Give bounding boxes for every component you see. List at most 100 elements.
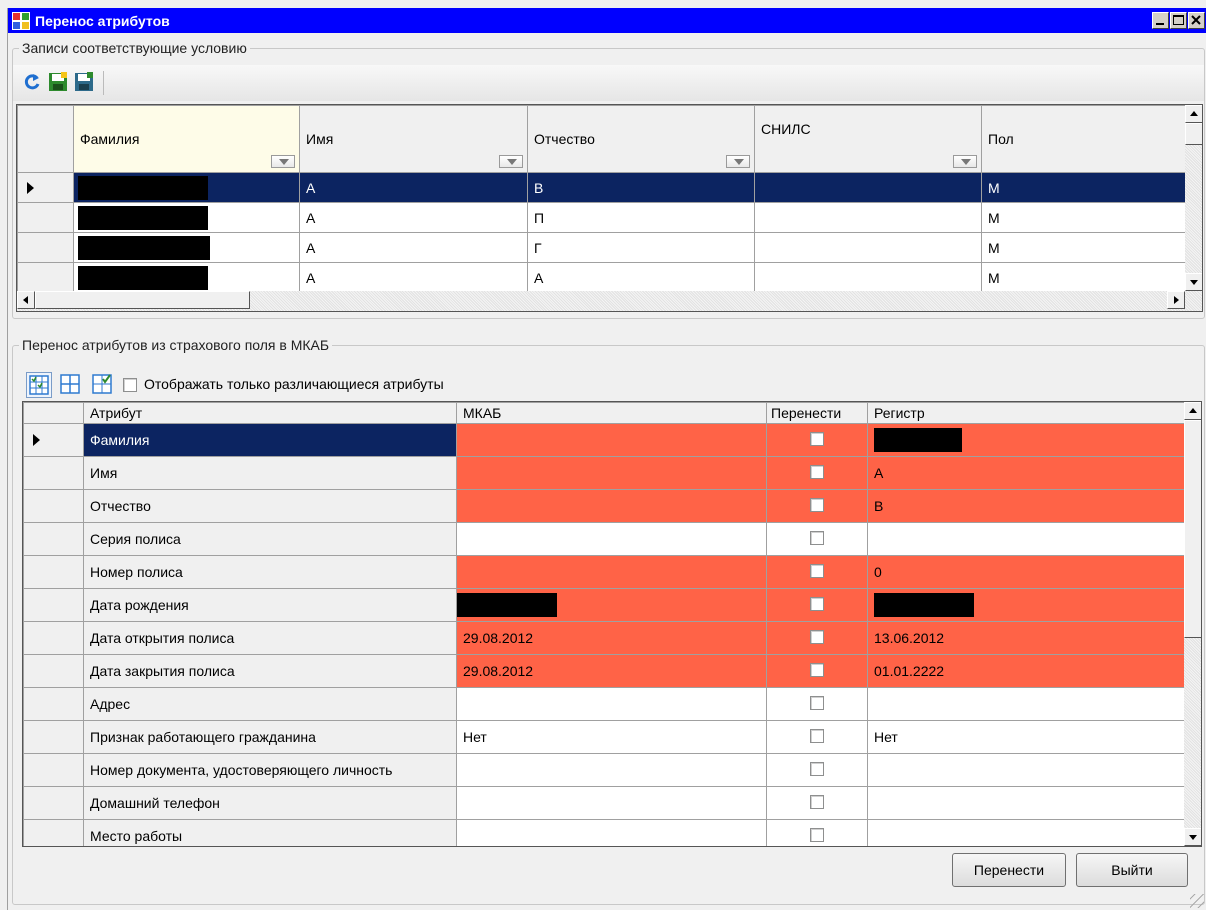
scroll-up-button[interactable]	[1185, 105, 1202, 123]
cell-attribute[interactable]: Признак работающего гражданина	[83, 720, 457, 754]
cell-name[interactable]: А	[299, 232, 528, 263]
cell-mkab[interactable]	[456, 786, 767, 820]
cell-attribute[interactable]: Фамилия	[83, 423, 457, 457]
save-button[interactable]	[47, 71, 69, 93]
cell-attribute[interactable]: Дата рождения	[83, 588, 457, 622]
cell-snils[interactable]	[754, 262, 982, 293]
select-diff-button[interactable]	[90, 372, 116, 398]
filter-icon[interactable]	[271, 155, 295, 168]
table-row[interactable]: АВ М	[17, 172, 1188, 203]
scroll-thumb[interactable]	[1184, 420, 1201, 638]
table-row[interactable]: АП М	[17, 202, 1188, 233]
scroll-down-button[interactable]	[1185, 273, 1202, 291]
table-row[interactable]: Адрес	[23, 687, 1186, 721]
minimize-button[interactable]	[1152, 12, 1169, 29]
cell-register[interactable]	[867, 819, 1186, 846]
scroll-thumb[interactable]	[1185, 123, 1202, 145]
cell-transfer[interactable]	[766, 687, 868, 721]
table-row[interactable]: Дата рождения	[23, 588, 1186, 622]
column-header-name[interactable]: Имя	[299, 105, 528, 173]
scroll-left-button[interactable]	[17, 291, 35, 309]
cell-mkab[interactable]	[456, 588, 767, 622]
column-header-sex[interactable]: Пол	[981, 105, 1188, 173]
column-header-snils[interactable]: СНИЛС	[754, 105, 982, 173]
table-row[interactable]: Серия полиса	[23, 522, 1186, 556]
refresh-button[interactable]	[21, 71, 43, 93]
cell-attribute[interactable]: Серия полиса	[83, 522, 457, 556]
cell-mkab[interactable]	[456, 489, 767, 523]
cell-sex[interactable]: М	[981, 262, 1188, 293]
cell-snils[interactable]	[754, 172, 982, 203]
cell-snils[interactable]	[754, 232, 982, 263]
filter-icon[interactable]	[499, 155, 523, 168]
table-row[interactable]: Имя А	[23, 456, 1186, 490]
cell-mkab[interactable]	[456, 456, 767, 490]
column-header-transfer[interactable]: Перенести	[766, 402, 868, 424]
row-header[interactable]	[23, 753, 84, 787]
cell-sex[interactable]: М	[981, 202, 1188, 233]
transfer-checkbox[interactable]	[810, 530, 824, 545]
cell-patronymic[interactable]: В	[527, 172, 755, 203]
cell-register[interactable]	[867, 786, 1186, 820]
row-header[interactable]	[17, 232, 74, 263]
cell-transfer[interactable]	[766, 555, 868, 589]
clear-all-button[interactable]	[58, 372, 84, 398]
table-row[interactable]: АА М	[17, 262, 1188, 293]
row-header[interactable]	[17, 172, 74, 203]
select-all-button[interactable]	[26, 372, 52, 398]
table-row[interactable]: Признак работающего гражданина Нет Нет	[23, 720, 1186, 754]
cell-patronymic[interactable]: Г	[527, 232, 755, 263]
row-header[interactable]	[23, 720, 84, 754]
cell-surname[interactable]	[73, 232, 300, 263]
row-header[interactable]	[23, 819, 84, 846]
cell-attribute[interactable]: Дата закрытия полиса	[83, 654, 457, 688]
transfer-checkbox[interactable]	[810, 761, 824, 776]
cell-attribute[interactable]: Отчество	[83, 489, 457, 523]
cell-mkab[interactable]	[456, 819, 767, 846]
records-vertical-scrollbar[interactable]	[1185, 105, 1202, 291]
transfer-checkbox[interactable]	[810, 629, 824, 644]
cell-mkab[interactable]	[456, 423, 767, 457]
cell-register[interactable]: В	[867, 489, 1186, 523]
cell-transfer[interactable]	[766, 588, 868, 622]
table-row[interactable]: Отчество В	[23, 489, 1186, 523]
records-horizontal-scrollbar[interactable]	[17, 291, 1202, 311]
cell-transfer[interactable]	[766, 654, 868, 688]
cell-register[interactable]	[867, 753, 1186, 787]
row-header[interactable]	[23, 786, 84, 820]
row-header[interactable]	[23, 489, 84, 523]
cell-register[interactable]: 13.06.2012	[867, 621, 1186, 655]
cell-snils[interactable]	[754, 202, 982, 233]
attributes-grid[interactable]: Атрибут МКАБ Перенести Регистр Фамилия Им…	[22, 401, 1202, 847]
cell-register[interactable]	[867, 423, 1186, 457]
row-header[interactable]	[23, 687, 84, 721]
row-header[interactable]	[23, 588, 84, 622]
column-header-surname[interactable]: Фамилия	[73, 105, 300, 173]
title-bar[interactable]: Перенос атрибутов	[8, 8, 1206, 33]
cell-name[interactable]: А	[299, 172, 528, 203]
cell-name[interactable]: А	[299, 202, 528, 233]
cell-attribute[interactable]: Номер документа, удостоверяющего личност…	[83, 753, 457, 787]
cell-transfer[interactable]	[766, 489, 868, 523]
table-row[interactable]: Номер документа, удостоверяющего личност…	[23, 753, 1186, 787]
row-header[interactable]	[23, 654, 84, 688]
cell-transfer[interactable]	[766, 786, 868, 820]
records-grid[interactable]: Фамилия Имя Отчество СНИЛС Пол А В М А П…	[16, 104, 1203, 312]
cell-transfer[interactable]	[766, 621, 868, 655]
table-row[interactable]: Номер полиса 0	[23, 555, 1186, 589]
cell-mkab[interactable]: 29.08.2012	[456, 654, 767, 688]
cell-surname[interactable]	[73, 262, 300, 293]
table-row[interactable]: Фамилия	[23, 423, 1186, 457]
cell-attribute[interactable]: Номер полиса	[83, 555, 457, 589]
cell-register[interactable]: А	[867, 456, 1186, 490]
cell-surname[interactable]	[73, 202, 300, 233]
table-row[interactable]: Домашний телефон	[23, 786, 1186, 820]
cell-register[interactable]: 0	[867, 555, 1186, 589]
cell-sex[interactable]: М	[981, 172, 1188, 203]
cell-attribute[interactable]: Место работы	[83, 819, 457, 846]
cell-attribute[interactable]: Имя	[83, 456, 457, 490]
transfer-checkbox[interactable]	[810, 794, 824, 809]
transfer-checkbox[interactable]	[810, 728, 824, 743]
exit-button[interactable]: Выйти	[1076, 853, 1188, 887]
row-header[interactable]	[23, 522, 84, 556]
